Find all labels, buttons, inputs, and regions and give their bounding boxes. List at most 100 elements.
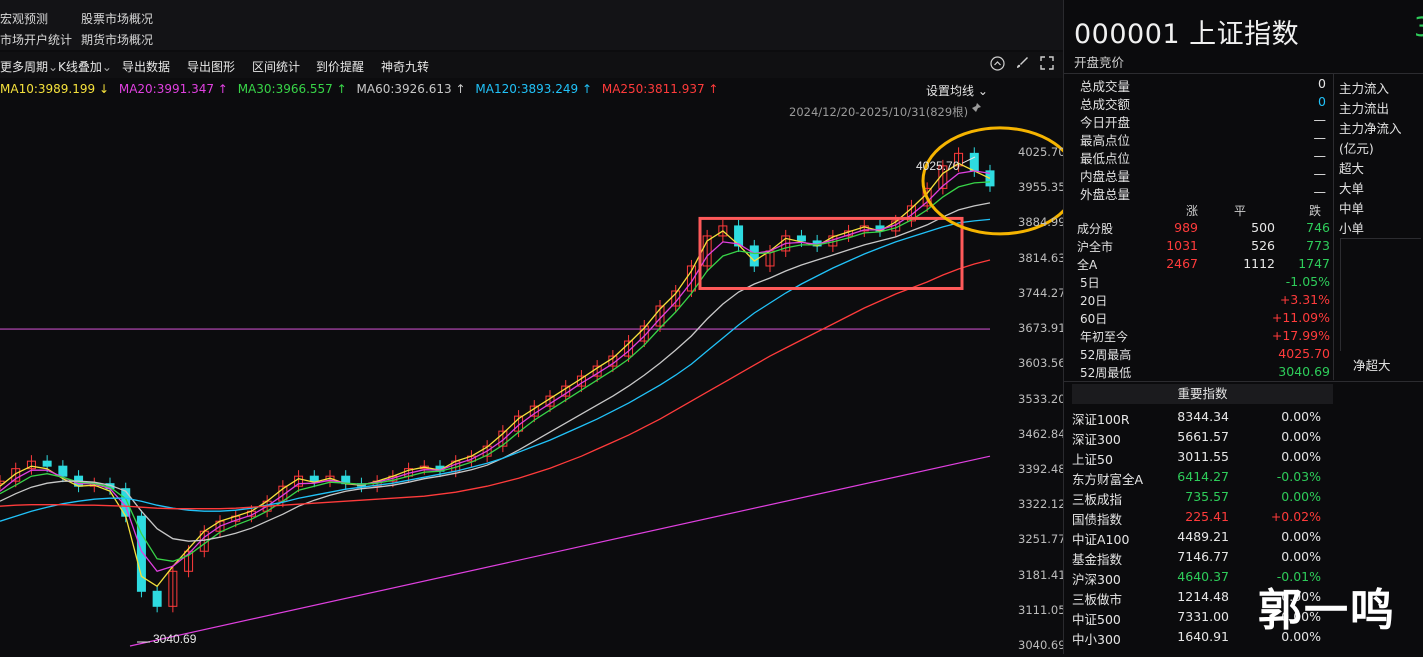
flow-label: 小单: [1339, 221, 1365, 236]
quote-value: —: [1313, 166, 1327, 181]
index-row[interactable]: 深证100R 8344.34 0.00%: [1064, 409, 1333, 429]
toolbar-price-alert[interactable]: 到价提醒: [316, 58, 364, 75]
price-tick-label: 3040.69: [1018, 638, 1066, 652]
price-tick-label: 3814.63: [1018, 250, 1066, 265]
price-tick-label: 3955.35: [1018, 180, 1066, 195]
index-name: 三板做市: [1072, 592, 1123, 607]
quote-label: 总成交额: [1080, 97, 1131, 112]
perf-value: +3.31%: [1279, 292, 1330, 307]
quote-label: 今日开盘: [1080, 115, 1131, 130]
flow-footer-label: 净超大: [1353, 358, 1391, 373]
candle-body: [969, 152, 979, 172]
quote-label: 总成交量: [1080, 79, 1131, 94]
index-change: 0.00%: [1281, 489, 1321, 504]
index-change: 0.00%: [1281, 409, 1321, 424]
candle-body: [309, 475, 319, 482]
kline-chart[interactable]: 4025.70 3040.69: [0, 100, 1079, 654]
index-value: 225.41: [1185, 509, 1229, 524]
flow-chart-box: [1340, 238, 1421, 351]
toolbar-more-period[interactable]: 更多周期⌄: [0, 58, 58, 75]
fullscreen-icon[interactable]: [1040, 56, 1054, 73]
up-circle-icon[interactable]: [990, 56, 1005, 74]
toolbar-range-stats[interactable]: 区间统计: [252, 58, 300, 75]
index-row[interactable]: 上证50 3011.55 0.00%: [1064, 449, 1333, 469]
index-change: 0.00%: [1281, 449, 1321, 464]
index-row[interactable]: 中证A100 4489.21 0.00%: [1064, 529, 1333, 549]
divider: [1333, 73, 1334, 380]
breadth-down: 1747: [1298, 256, 1330, 271]
flow-label: 主力流出: [1339, 101, 1390, 116]
perf-value: +17.99%: [1271, 328, 1330, 343]
index-name: 基金指数: [1072, 552, 1123, 567]
price-tick-label: 3884.99: [1018, 215, 1066, 230]
index-value: 1640.91: [1177, 629, 1229, 644]
index-row[interactable]: 深证300 5661.57 0.00%: [1064, 429, 1333, 449]
index-row[interactable]: 国债指数 225.41 +0.02%: [1064, 509, 1333, 529]
quote-label: 最低点位: [1080, 151, 1131, 166]
toolbar-kline-overlay[interactable]: K线叠加⌄: [58, 58, 112, 75]
index-value: 4489.21: [1177, 529, 1229, 544]
breadth-up: 1031: [1166, 238, 1198, 253]
index-name: 东方财富全A: [1072, 472, 1144, 487]
quote-panel: 000001 上证指数 3 开盘竞价 总成交量 0 总成交额 0 今日开盘 — 最高点位 — 最…: [1064, 0, 1423, 654]
flow-label: 中单: [1339, 201, 1365, 216]
index-name: 中证500: [1072, 612, 1121, 627]
index-value: 4640.37: [1177, 569, 1229, 584]
perf-value: 3040.69: [1278, 364, 1330, 379]
watermark: 郭一鸣: [1258, 585, 1396, 636]
breadth-header: 跌: [1309, 204, 1322, 218]
quote-value: 0: [1318, 76, 1326, 91]
perf-value: -1.05%: [1285, 274, 1330, 289]
price-tick-label: 3603.56: [1018, 356, 1066, 371]
quote-value: —: [1313, 184, 1327, 199]
flow-label: (亿元): [1339, 141, 1374, 156]
price-tick-label: 3673.91: [1018, 321, 1066, 336]
divider: [1064, 73, 1423, 74]
trend-line: [129, 455, 991, 647]
quote-value: —: [1313, 130, 1327, 145]
toolbar-export-image[interactable]: 导出图形: [187, 58, 235, 75]
brush-icon[interactable]: [1015, 56, 1029, 73]
quote-label: 最高点位: [1080, 133, 1131, 148]
index-change: +0.02%: [1270, 509, 1321, 524]
index-value: 5661.57: [1177, 429, 1229, 444]
index-name: 沪深300: [1072, 572, 1121, 587]
index-value: 6414.27: [1177, 469, 1229, 484]
ma250-label: MA250:3811.937 ↑: [601, 82, 719, 96]
ma30-label: MA30:3966.557 ↑: [237, 82, 347, 96]
nav-item[interactable]: 期货市场概况: [81, 31, 153, 48]
ma20-label: MA20:3991.347 ↑: [118, 82, 228, 96]
quote-label: 内盘总量: [1080, 169, 1131, 184]
breadth-down: 773: [1306, 238, 1330, 253]
nav-item[interactable]: 宏观预测: [0, 10, 48, 27]
nav-item[interactable]: 市场开户统计: [0, 31, 72, 48]
perf-label: 20日: [1080, 294, 1108, 308]
price-tick-label: 3533.20: [1018, 391, 1066, 406]
toolbar-export-data[interactable]: 导出数据: [122, 58, 170, 75]
index-change: 0.00%: [1281, 429, 1321, 444]
index-value: 735.57: [1185, 489, 1229, 504]
nav-item[interactable]: 股票市场概况: [81, 10, 153, 27]
ma60-label: MA60:3926.613 ↑: [356, 82, 466, 96]
index-name: 三板成指: [1072, 492, 1123, 507]
breadth-header: 涨: [1186, 204, 1199, 218]
breadth-down: 746: [1306, 220, 1330, 235]
flow-label: 大单: [1339, 181, 1365, 196]
price-tick-label: 3462.84: [1018, 426, 1066, 441]
index-name: 深证100R: [1072, 412, 1130, 427]
index-value: 1214.48: [1177, 589, 1229, 604]
index-value: 7146.77: [1177, 549, 1229, 564]
price-tick-label: 3251.77: [1018, 532, 1066, 547]
ma10-label: MA10:3989.199 ↓: [0, 82, 110, 96]
candle-body: [58, 465, 68, 477]
toolbar-magic-nine[interactable]: 神奇九转: [381, 58, 429, 75]
index-row[interactable]: 东方财富全A 6414.27 -0.03%: [1064, 469, 1333, 489]
index-name: 国债指数: [1072, 512, 1123, 527]
ma-line-ma10: [0, 162, 991, 588]
stock-title: 000001 上证指数: [1074, 19, 1300, 50]
index-row[interactable]: 基金指数 7146.77 0.00%: [1064, 549, 1333, 569]
ma-settings-button[interactable]: 设置均线 ⌄: [926, 82, 988, 99]
breadth-flat: 1112: [1243, 256, 1275, 271]
ma-legend: MA10:3989.199 ↓ MA20:3991.347 ↑ MA30:396…: [0, 82, 724, 98]
index-row[interactable]: 三板成指 735.57 0.00%: [1064, 489, 1333, 509]
